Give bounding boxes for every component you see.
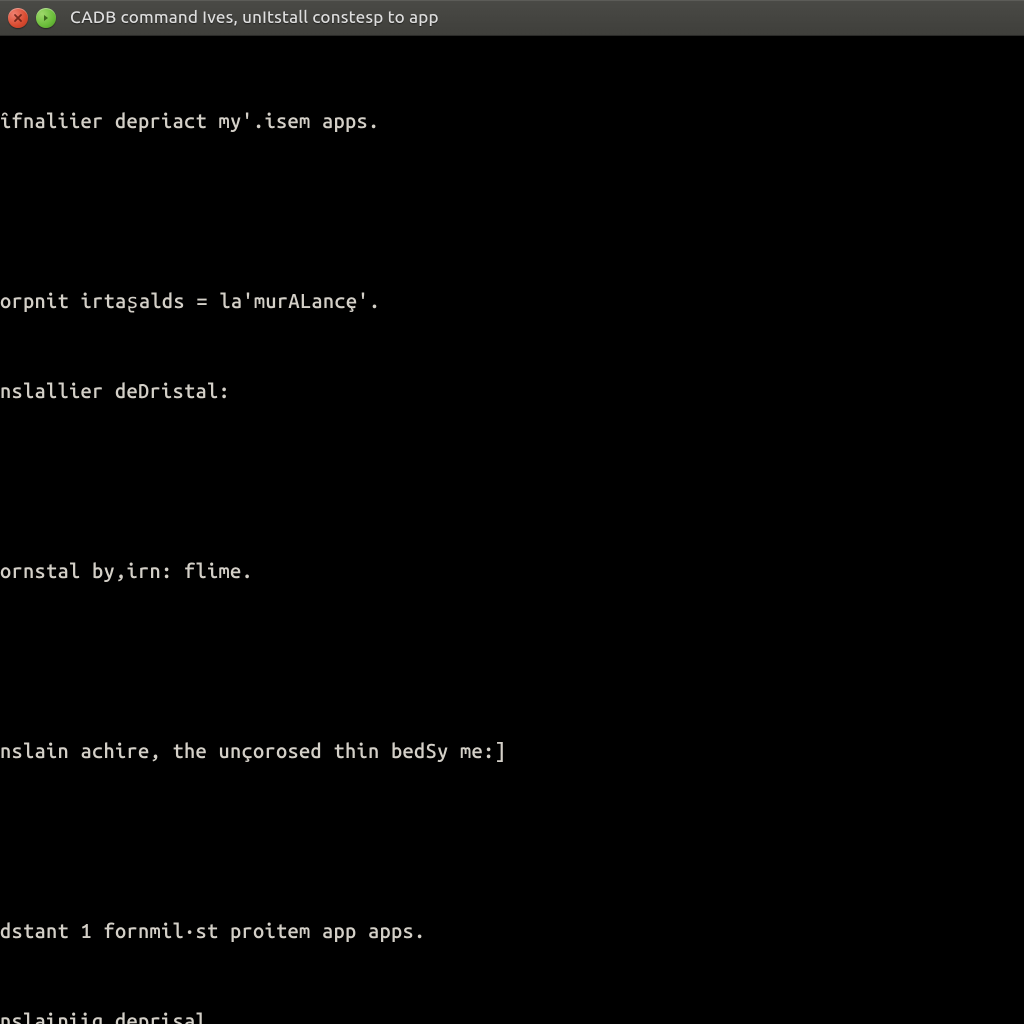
output-line: nslallier deDristal: bbox=[0, 376, 1024, 406]
minimize-button[interactable] bbox=[36, 8, 56, 28]
window-button-group bbox=[8, 8, 56, 28]
output-line bbox=[0, 466, 1024, 496]
terminal-body[interactable]: ȋfnaliier depriact my'.isem apps. orpnit… bbox=[0, 36, 1024, 1024]
terminal-output: ȋfnaliier depriact my'.isem apps. orpnit… bbox=[0, 46, 1024, 1024]
output-line bbox=[0, 196, 1024, 226]
output-line bbox=[0, 646, 1024, 676]
window-title: CADB command Ives, unItstall constesp to… bbox=[70, 8, 439, 27]
output-line: orpnit irtaʂalds = la'murALancȩ'. bbox=[0, 286, 1024, 316]
output-line: nslain achire, the unçorosed thin bedSy … bbox=[0, 736, 1024, 766]
arrow-right-icon bbox=[41, 13, 51, 23]
output-line: dstant 1 fornmil·st proitem app apps. bbox=[0, 916, 1024, 946]
output-line: nslainiig deprisal, bbox=[0, 1006, 1024, 1024]
close-button[interactable] bbox=[8, 8, 28, 28]
terminal-window: CADB command Ives, unItstall constesp to… bbox=[0, 0, 1024, 1024]
output-line: ornstal by,irn: flime. bbox=[0, 556, 1024, 586]
output-line bbox=[0, 826, 1024, 856]
output-line: ȋfnaliier depriact my'.isem apps. bbox=[0, 106, 1024, 136]
close-icon bbox=[13, 13, 23, 23]
window-titlebar: CADB command Ives, unItstall constesp to… bbox=[0, 0, 1024, 36]
